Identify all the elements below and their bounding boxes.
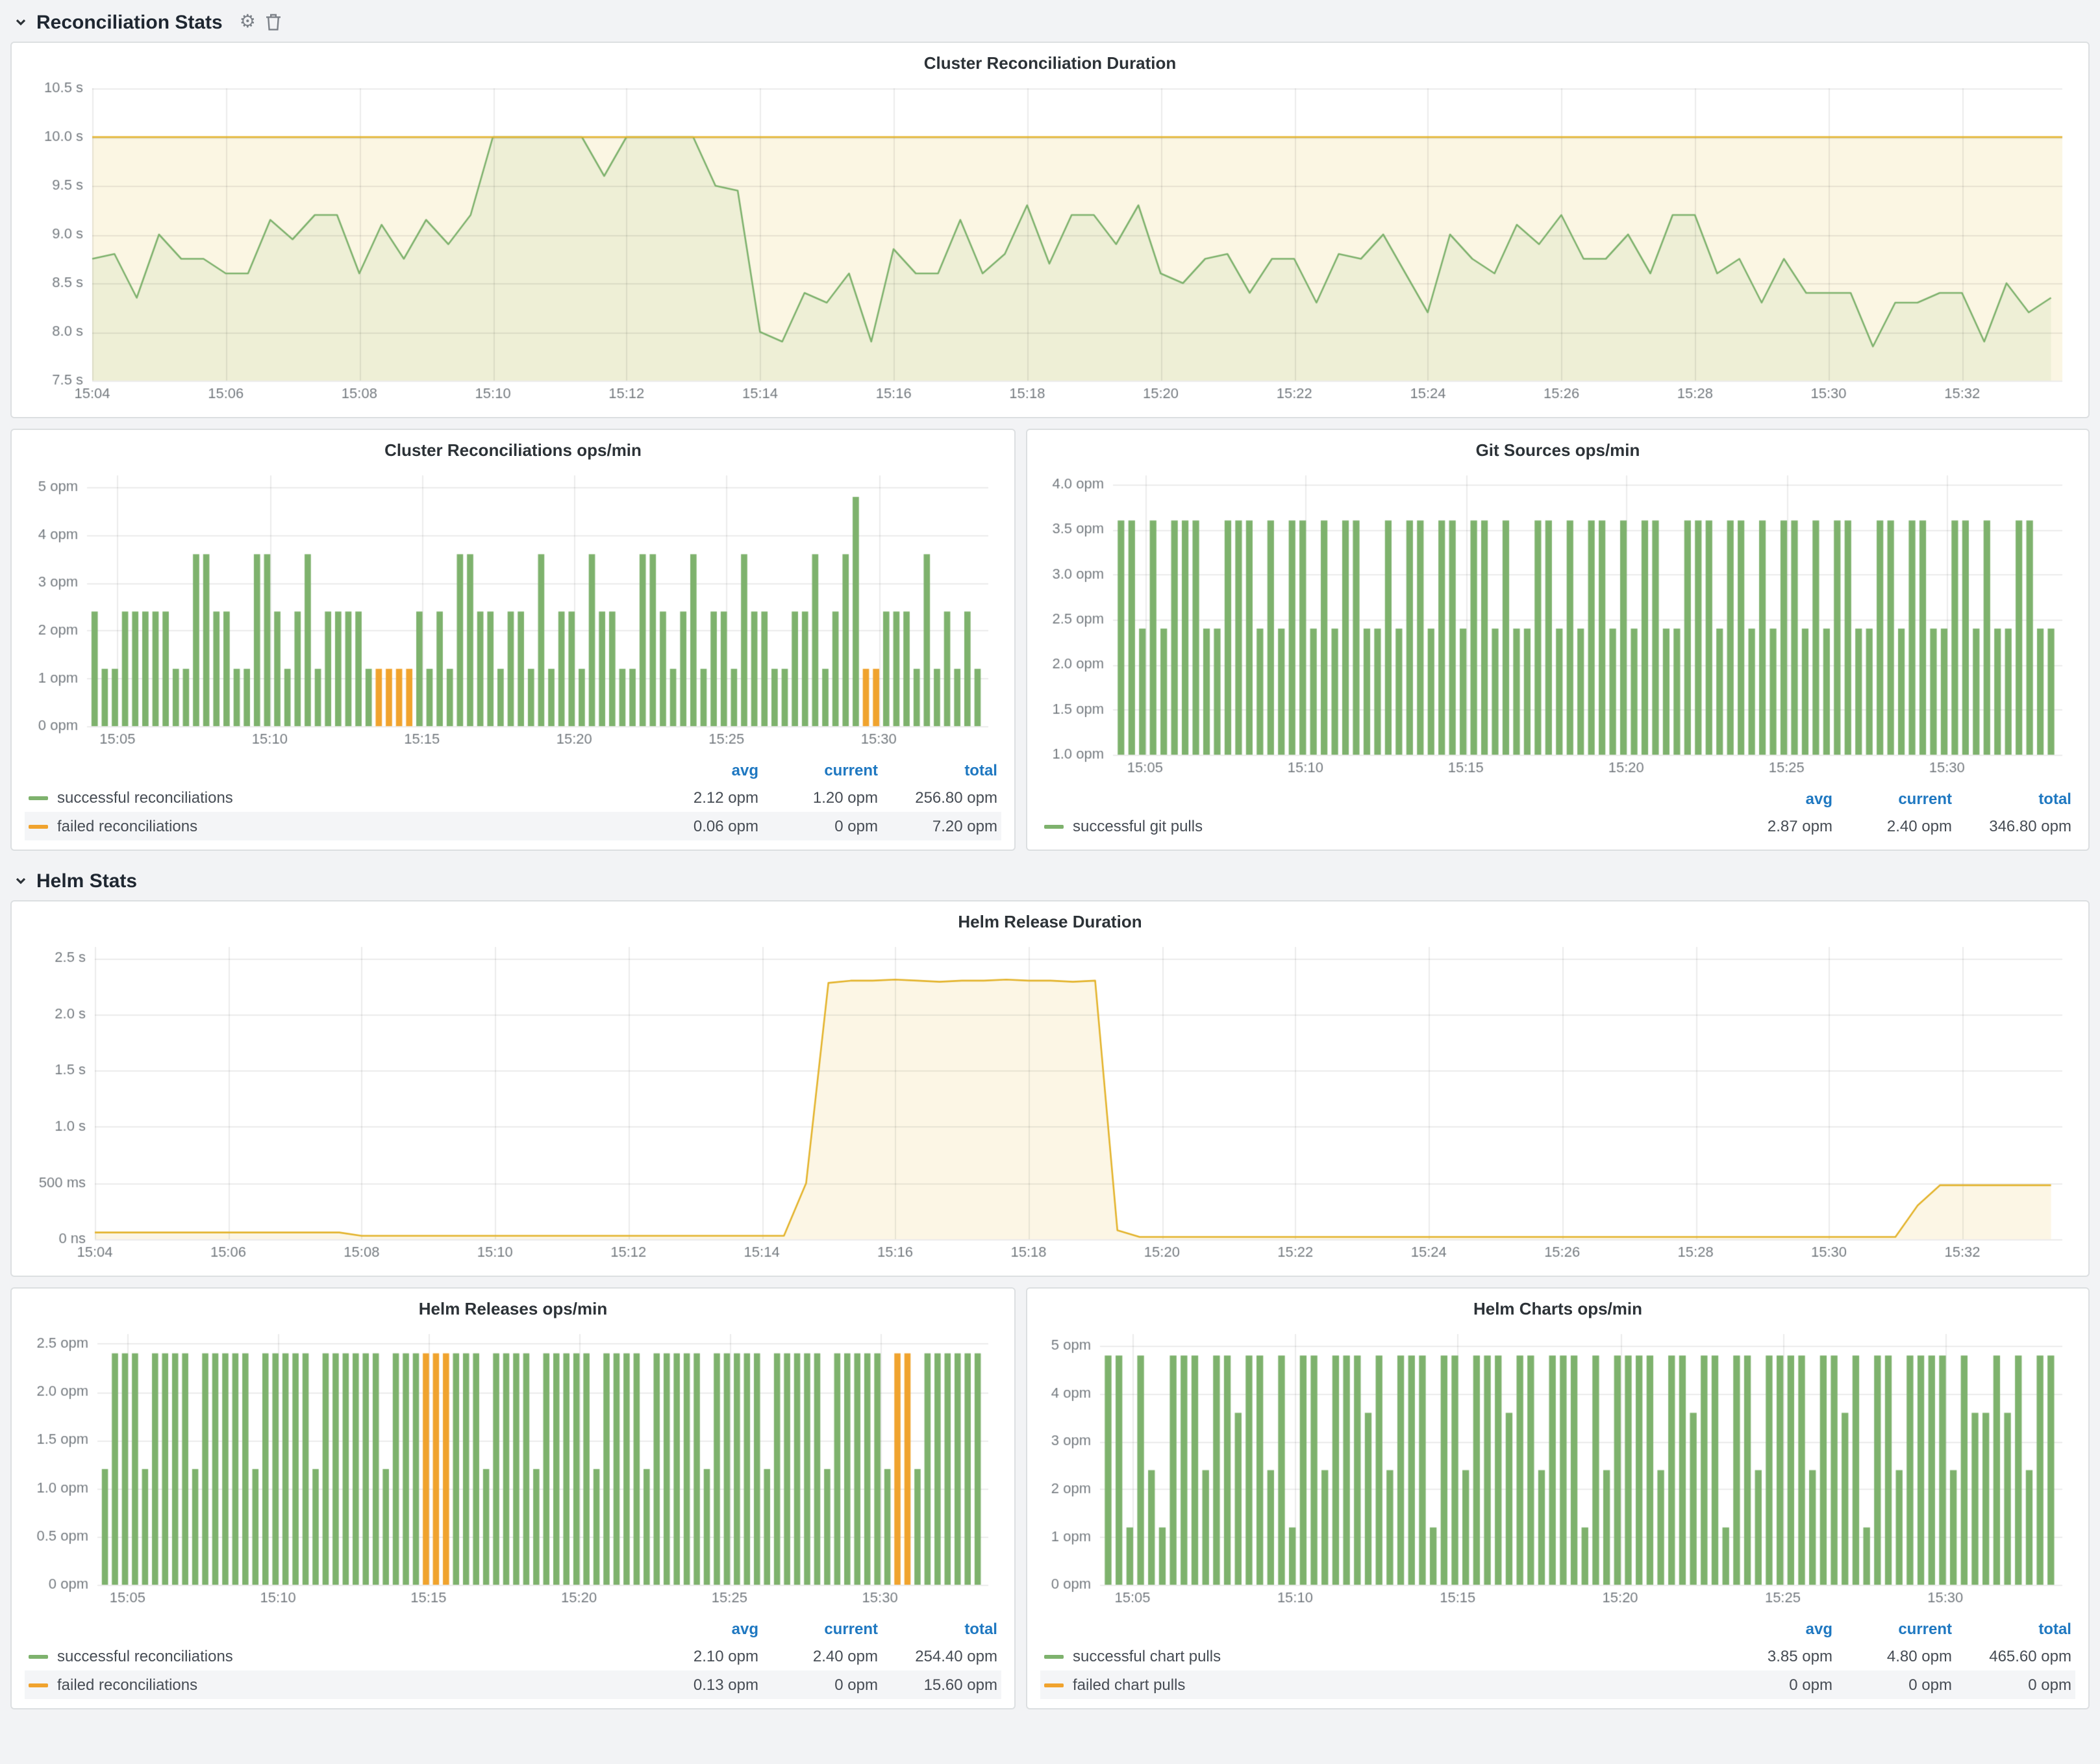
legend-header-row: avg current total xyxy=(25,1616,1001,1642)
legend-row-successful-chart-pulls: successful chart pulls 3.85 opm 4.80 opm… xyxy=(1040,1642,2075,1670)
legend-avg-value: 0.06 opm xyxy=(639,817,758,835)
series-swatch-green xyxy=(29,796,48,800)
panel-row-reconciliation: Cluster Reconciliations ops/min avg curr… xyxy=(10,429,2090,851)
legend-series-name[interactable]: failed reconciliations xyxy=(57,1676,197,1694)
legend-avg-value: 3.85 opm xyxy=(1713,1647,1832,1665)
legend-cluster-reconciliations: avg current total successful reconciliat… xyxy=(25,753,1001,840)
legend-avg-value: 0.13 opm xyxy=(639,1676,758,1694)
legend-series-name[interactable]: failed chart pulls xyxy=(1073,1676,1185,1694)
panel-cluster-reconciliations-opm: Cluster Reconciliations ops/min avg curr… xyxy=(10,429,1016,851)
legend-total-value: 256.80 opm xyxy=(878,788,997,807)
legend-current-value: 2.40 opm xyxy=(1832,817,1952,835)
section-header-helm-stats[interactable]: Helm Stats xyxy=(10,861,2090,900)
legend-row-failed-reconciliations: failed reconciliations 0.06 opm 0 opm 7.… xyxy=(25,812,1001,840)
legend-col-current[interactable]: current xyxy=(758,761,878,779)
panel-row-helm: Helm Releases ops/min avg current total … xyxy=(10,1287,2090,1709)
legend-col-avg[interactable]: avg xyxy=(1713,1620,1832,1638)
trash-icon[interactable] xyxy=(265,13,282,31)
legend-total-value: 7.20 opm xyxy=(878,817,997,835)
legend-avg-value: 2.10 opm xyxy=(639,1647,758,1665)
panel-helm-releases-opm: Helm Releases ops/min avg current total … xyxy=(10,1287,1016,1709)
series-swatch-green xyxy=(29,1654,48,1658)
legend-row-failed-chart-pulls: failed chart pulls 0 opm 0 opm 0 opm xyxy=(1040,1670,2075,1699)
cluster-reconciliation-duration-chart[interactable] xyxy=(25,78,2075,408)
legend-git-sources: avg current total successful git pulls 2… xyxy=(1040,782,2075,840)
grafana-dashboard: Reconciliation Stats ⚙ Cluster Reconcili… xyxy=(0,0,2100,1764)
panel-title-helm-releases-opm[interactable]: Helm Releases ops/min xyxy=(25,1295,1001,1324)
panel-title-cluster-reconciliations-opm[interactable]: Cluster Reconciliations ops/min xyxy=(25,436,1001,465)
legend-current-value: 0 opm xyxy=(758,817,878,835)
legend-row-successful-reconciliations: successful reconciliations 2.10 opm 2.40… xyxy=(25,1642,1001,1670)
panel-git-sources-opm: Git Sources ops/min avg current total su… xyxy=(1026,429,2090,851)
legend-series-name[interactable]: successful git pulls xyxy=(1073,817,1203,835)
series-swatch-orange xyxy=(29,1683,48,1687)
legend-avg-value: 2.87 opm xyxy=(1713,817,1832,835)
legend-series-name[interactable]: successful chart pulls xyxy=(1073,1647,1221,1665)
panel-cluster-reconciliation-duration: Cluster Reconciliation Duration xyxy=(10,42,2090,418)
cluster-reconciliations-opm-chart[interactable] xyxy=(25,465,1001,753)
legend-header-row: avg current total xyxy=(25,757,1001,783)
section-header-reconciliation-stats[interactable]: Reconciliation Stats ⚙ xyxy=(10,3,2090,42)
helm-charts-opm-chart[interactable] xyxy=(1040,1324,2075,1612)
series-swatch-green xyxy=(1044,824,1064,828)
legend-col-total[interactable]: total xyxy=(878,1620,997,1638)
section-title: Reconciliation Stats xyxy=(36,11,223,33)
legend-col-avg[interactable]: avg xyxy=(1713,790,1832,808)
panel-title-helm-charts-opm[interactable]: Helm Charts ops/min xyxy=(1040,1295,2075,1324)
chevron-down-icon xyxy=(14,16,27,29)
legend-total-value: 15.60 opm xyxy=(878,1676,997,1694)
panel-title-git-sources-opm[interactable]: Git Sources ops/min xyxy=(1040,436,2075,465)
legend-row-failed-reconciliations: failed reconciliations 0.13 opm 0 opm 15… xyxy=(25,1670,1001,1699)
legend-avg-value: 2.12 opm xyxy=(639,788,758,807)
legend-col-avg[interactable]: avg xyxy=(639,1620,758,1638)
legend-series-name[interactable]: successful reconciliations xyxy=(57,788,233,807)
series-swatch-green xyxy=(1044,1654,1064,1658)
legend-current-value: 1.20 opm xyxy=(758,788,878,807)
section-title: Helm Stats xyxy=(36,870,137,892)
legend-col-total[interactable]: total xyxy=(1952,1620,2071,1638)
legend-total-value: 0 opm xyxy=(1952,1676,2071,1694)
legend-col-current[interactable]: current xyxy=(1832,790,1952,808)
helm-releases-opm-chart[interactable] xyxy=(25,1324,1001,1612)
panel-helm-release-duration: Helm Release Duration xyxy=(10,900,2090,1277)
legend-col-total[interactable]: total xyxy=(1952,790,2071,808)
git-sources-opm-chart[interactable] xyxy=(1040,465,2075,782)
helm-release-duration-chart[interactable] xyxy=(25,937,2075,1266)
legend-header-row: avg current total xyxy=(1040,1616,2075,1642)
legend-current-value: 0 opm xyxy=(758,1676,878,1694)
legend-row-successful-git-pulls: successful git pulls 2.87 opm 2.40 opm 3… xyxy=(1040,812,2075,840)
series-swatch-orange xyxy=(1044,1683,1064,1687)
legend-header-row: avg current total xyxy=(1040,786,2075,812)
legend-col-current[interactable]: current xyxy=(758,1620,878,1638)
panel-title-cluster-reconciliation-duration[interactable]: Cluster Reconciliation Duration xyxy=(25,49,2075,78)
gear-icon[interactable]: ⚙ xyxy=(240,13,256,31)
legend-total-value: 465.60 opm xyxy=(1952,1647,2071,1665)
legend-total-value: 254.40 opm xyxy=(878,1647,997,1665)
chevron-down-icon xyxy=(14,874,27,887)
legend-avg-value: 0 opm xyxy=(1713,1676,1832,1694)
legend-helm-charts: avg current total successful chart pulls… xyxy=(1040,1612,2075,1699)
legend-helm-releases: avg current total successful reconciliat… xyxy=(25,1612,1001,1699)
legend-col-current[interactable]: current xyxy=(1832,1620,1952,1638)
legend-col-total[interactable]: total xyxy=(878,761,997,779)
legend-series-name[interactable]: failed reconciliations xyxy=(57,817,197,835)
legend-current-value: 4.80 opm xyxy=(1832,1647,1952,1665)
legend-current-value: 2.40 opm xyxy=(758,1647,878,1665)
series-swatch-orange xyxy=(29,824,48,828)
legend-series-name[interactable]: successful reconciliations xyxy=(57,1647,233,1665)
legend-row-successful-reconciliations: successful reconciliations 2.12 opm 1.20… xyxy=(25,783,1001,812)
panel-helm-charts-opm: Helm Charts ops/min avg current total su… xyxy=(1026,1287,2090,1709)
legend-total-value: 346.80 opm xyxy=(1952,817,2071,835)
legend-col-avg[interactable]: avg xyxy=(639,761,758,779)
panel-title-helm-release-duration[interactable]: Helm Release Duration xyxy=(25,908,2075,937)
legend-current-value: 0 opm xyxy=(1832,1676,1952,1694)
